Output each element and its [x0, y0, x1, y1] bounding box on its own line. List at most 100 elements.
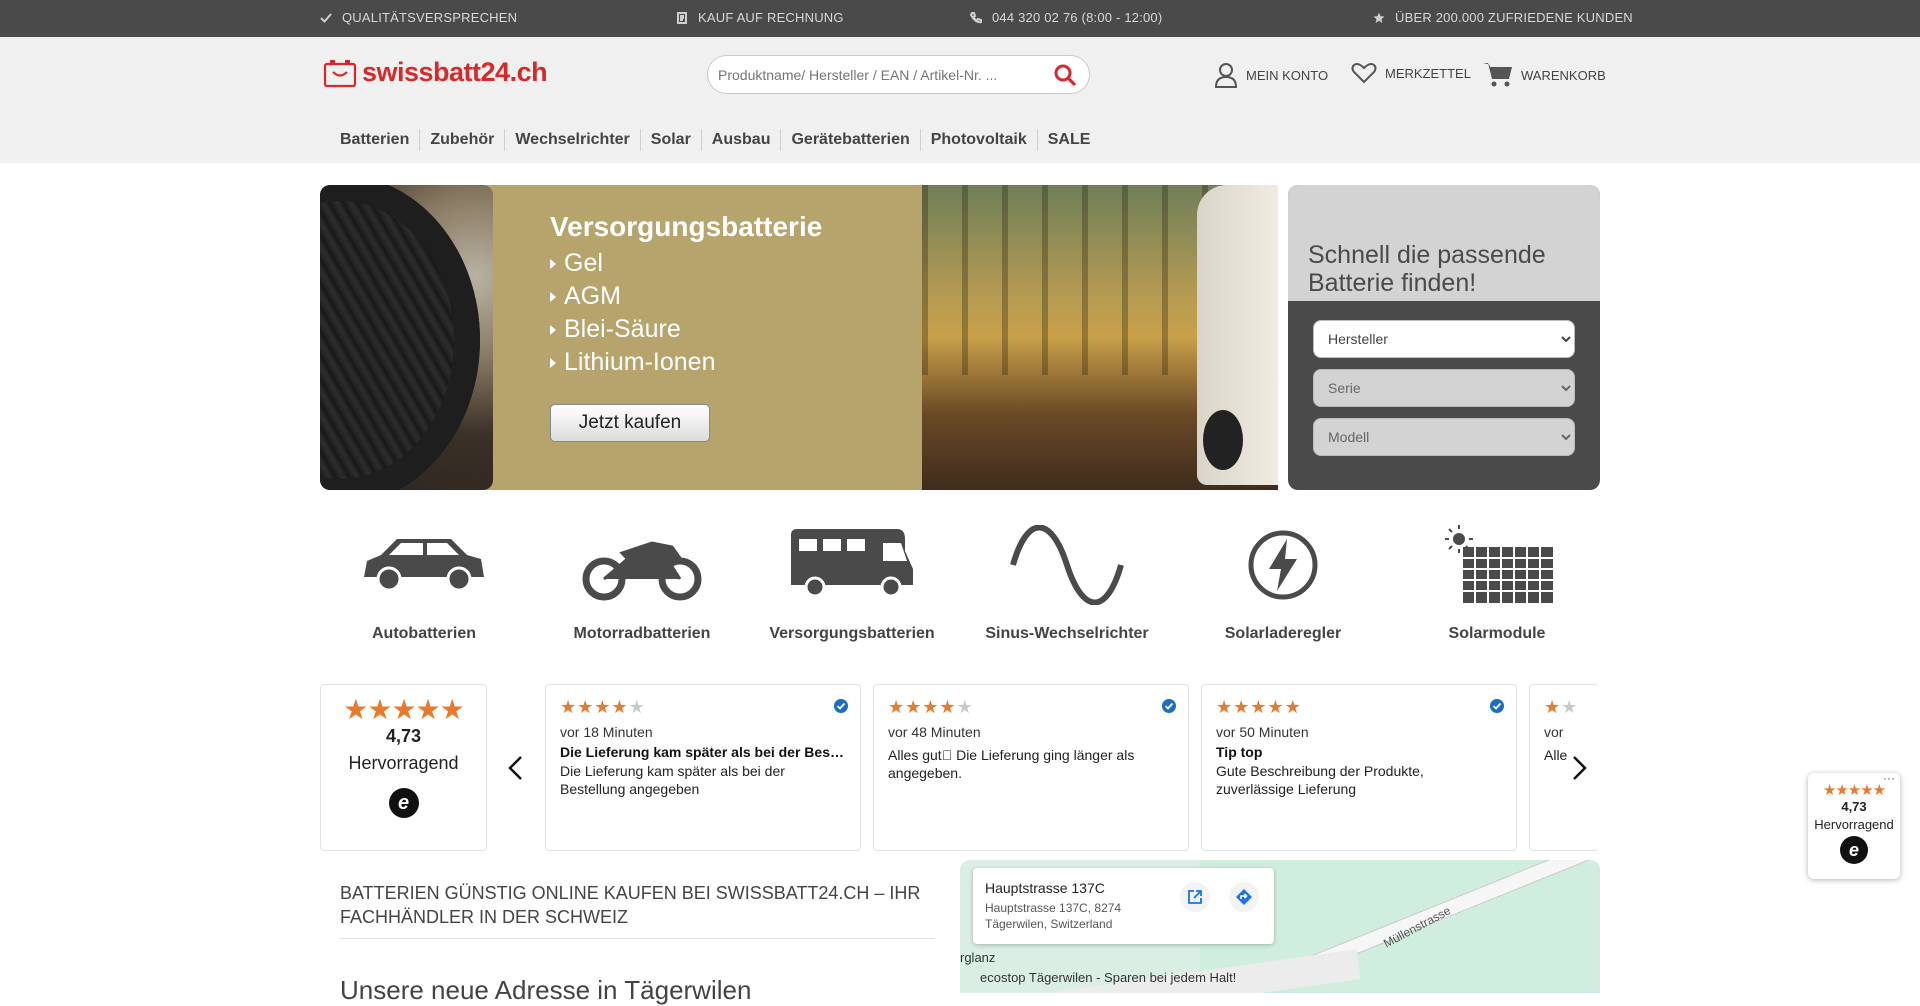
category-car-batteries[interactable]: Autobatterien [334, 525, 514, 643]
category-label: Solarmodule [1448, 625, 1546, 642]
reviews-prev-button[interactable] [506, 755, 526, 781]
star-icon [1373, 12, 1385, 23]
map-place-label: rglanz [960, 950, 996, 965]
check-icon [320, 12, 332, 23]
account-link[interactable]: Mein Konto [1214, 62, 1328, 88]
review-card[interactable]: ★★★★★ vor 18 Minuten Die Lieferung kam s… [545, 684, 861, 851]
buy-now-button[interactable]: Jetzt kaufen [550, 404, 710, 442]
external-link-icon [1188, 890, 1202, 904]
map-poi-label: ecostop Tägerwilen - Sparen bei jedem Ha… [980, 970, 1237, 985]
banner-list-item: AGM [550, 280, 715, 313]
banner-list-item: Gel [550, 247, 715, 280]
cart-link[interactable]: Warenkorb [1483, 62, 1606, 88]
logo-text: swissbatt24.ch [362, 57, 548, 87]
camper-icon [791, 529, 913, 598]
top-info-bar: Qualitätsversprechen Kauf auf Rechnung 0… [0, 0, 1920, 37]
review-stars: ★★★★★ [1216, 697, 1302, 717]
cart-icon [1483, 63, 1512, 87]
nav-item-photovoltaik[interactable]: Photovoltaik [919, 129, 1037, 151]
triangle-bullet-icon [550, 357, 556, 368]
banner-list-item: Lithium-Ionen [550, 346, 715, 379]
review-card[interactable]: ★★★★★ vor 50 Minuten Tip top Gute Beschr… [1201, 684, 1517, 851]
wishlist-link[interactable]: Merkzettel [1351, 62, 1471, 84]
category-sine-inverters[interactable]: Sinus-Wechselrichter [977, 525, 1157, 643]
nav-item-sale[interactable]: SALE [1036, 129, 1101, 151]
nav-item-batterien[interactable]: Batterien [332, 129, 419, 151]
trust-badge-widget[interactable]: ··· ★★★★★ 4,73 Hervorragend e [1808, 771, 1900, 879]
map-place-card: Hauptstrasse 137C Hauptstrasse 137C, 827… [973, 868, 1274, 944]
triangle-bullet-icon [550, 291, 556, 302]
nav-item-zubehoer[interactable]: Zubehör [419, 129, 504, 151]
chevron-left-icon [508, 756, 522, 780]
topbar-item-customers: Über 200.000 zufriedene Kunden [1373, 10, 1633, 25]
nav-item-ausbau[interactable]: Ausbau [700, 129, 781, 151]
category-label: Autobatterien [372, 625, 476, 642]
user-icon [1214, 63, 1238, 88]
review-title: Tip top [1216, 744, 1263, 760]
finder-header: Schnell die passende Batterie finden! [1288, 185, 1600, 301]
category-label: Solarladeregler [1224, 625, 1342, 642]
category-leisure-batteries[interactable]: Versorgungsbatterien [762, 525, 942, 643]
banner-text-panel: Versorgungsbatterie Gel AGM Blei-Säure L… [494, 185, 922, 490]
review-title: Die Lieferung kam später als bei der Bes… [560, 744, 846, 760]
review-time: vor 48 Minuten [888, 724, 981, 740]
category-label: Versorgungsbatterien [769, 625, 935, 642]
manufacturer-select[interactable]: Hersteller [1313, 320, 1575, 358]
battery-logo-icon [323, 59, 357, 87]
topbar-item-quality: Qualitätsversprechen [320, 10, 517, 25]
address-subheading: Unsere neue Adresse in Tägerwilen [340, 975, 752, 1005]
category-label: Motorradbatterien [573, 625, 711, 642]
series-select[interactable]: Serie [1313, 369, 1575, 407]
widget-score: 4,73 [1841, 799, 1867, 814]
review-stars: ★★ [1544, 697, 1579, 717]
triangle-bullet-icon [550, 258, 556, 269]
document-icon [677, 11, 687, 24]
search-icon[interactable] [1053, 63, 1077, 87]
site-header: swissbatt24.ch Mein Konto Merkzettel War… [0, 37, 1920, 163]
camper-scene-image [922, 185, 1278, 490]
review-stars: ★★★★★ [888, 697, 974, 717]
category-motorcycle-batteries[interactable]: Motorradbatterien [552, 525, 732, 643]
main-navigation: Batterien Zubehör Wechselrichter Solar A… [332, 129, 1100, 151]
nav-item-solar[interactable]: Solar [639, 129, 701, 151]
finder-title-line1: Schnell die passende [1308, 241, 1546, 269]
review-card[interactable]: ★★★★★ vor 48 Minuten Alles gut  Die Lief… [873, 684, 1189, 851]
logo[interactable]: swissbatt24.ch [322, 57, 548, 88]
review-stars: ★★★★★ [560, 697, 646, 717]
finder-title-line2: Batterie finden! [1308, 269, 1477, 297]
open-in-maps-button[interactable] [1180, 882, 1210, 912]
category-solar-modules[interactable]: Solarmodule [1407, 525, 1587, 643]
category-label: Sinus-Wechselrichter [985, 625, 1149, 642]
review-time: vor 18 Minuten [560, 724, 653, 740]
rating-grade: Hervorragend [348, 753, 459, 773]
directions-icon [1236, 889, 1252, 905]
chevron-right-icon [1573, 756, 1587, 780]
banner-list: Gel AGM Blei-Säure Lithium-Ionen [550, 247, 715, 379]
rating-summary[interactable]: ★★★★★ 4,73 Hervorragend e [320, 684, 487, 851]
reviews-next-button[interactable] [1569, 755, 1589, 781]
category-solar-charge-controllers[interactable]: Solarladeregler [1193, 525, 1373, 643]
trusted-shops-logo: e [1840, 836, 1868, 864]
review-body: Alles gut  Die Lieferung ging länger als… [888, 747, 1135, 781]
solar-panel-icon [1445, 525, 1553, 603]
heart-icon [1351, 63, 1377, 84]
review-time: vor [1544, 724, 1564, 740]
phone-icon [970, 11, 982, 23]
rating-stars: ★★★★★ [343, 694, 465, 725]
search-input[interactable] [718, 66, 1048, 83]
hero-banner[interactable]: Versorgungsbatterie Gel AGM Blei-Säure L… [320, 185, 1278, 490]
sine-wave-icon [1010, 525, 1124, 605]
model-select[interactable]: Modell [1313, 418, 1575, 456]
topbar-item-phone[interactable]: 044 320 02 76 (8:00 - 12:00) [970, 10, 1162, 25]
nav-item-geraetebatterien[interactable]: Gerätebatterien [780, 129, 919, 151]
more-options-icon[interactable]: ··· [1883, 771, 1895, 785]
topbar-item-invoice: Kauf auf Rechnung [676, 10, 844, 25]
directions-button[interactable] [1229, 882, 1259, 912]
nav-item-wechselrichter[interactable]: Wechselrichter [504, 129, 639, 151]
rating-score: 4,73 [385, 726, 422, 746]
car-icon [364, 539, 484, 592]
review-body: Gute Beschreibung der Produkte, zuverläs… [1216, 763, 1424, 797]
verified-badge-icon [1490, 699, 1504, 713]
motorcycle-icon [582, 541, 702, 601]
verified-badge-icon [834, 699, 848, 713]
